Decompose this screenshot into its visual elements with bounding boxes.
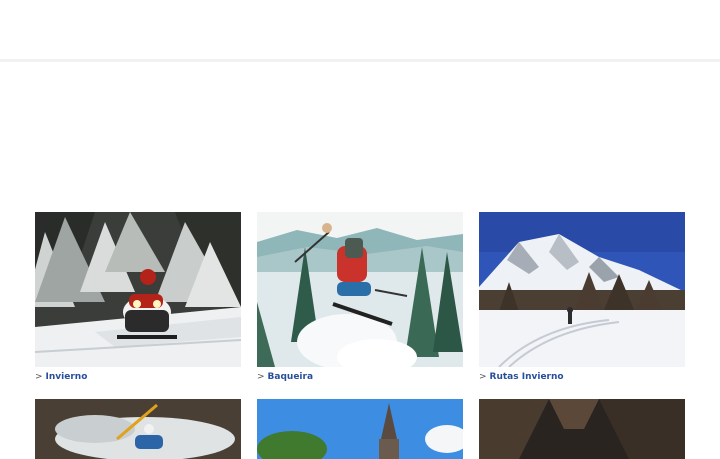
category-image-church[interactable]	[257, 399, 463, 459]
chevron-right-icon: >	[257, 372, 265, 382]
category-link-baqueira[interactable]: Baqueira	[268, 372, 313, 382]
category-link-rutas-invierno[interactable]: Rutas Invierno	[490, 372, 564, 382]
category-card-baqueira[interactable]: > Baqueira	[257, 212, 463, 383]
category-card-rutas-invierno[interactable]: > Rutas Invierno	[479, 212, 685, 383]
category-card-cave[interactable]	[479, 399, 685, 459]
category-caption: > Invierno	[35, 372, 241, 383]
category-card-kayak[interactable]	[35, 399, 241, 459]
category-caption: > Rutas Invierno	[479, 372, 685, 383]
top-navigation-bar	[0, 0, 720, 62]
category-image-cave[interactable]	[479, 399, 685, 459]
chevron-right-icon: >	[479, 372, 487, 382]
category-card-invierno[interactable]: > Invierno	[35, 212, 241, 383]
category-image-snowmobile[interactable]	[35, 212, 241, 367]
category-image-kayak[interactable]	[35, 399, 241, 459]
category-card-church[interactable]	[257, 399, 463, 459]
chevron-right-icon: >	[35, 372, 43, 382]
category-image-skier[interactable]	[257, 212, 463, 367]
category-image-snow-mountain[interactable]	[479, 212, 685, 367]
category-link-invierno[interactable]: Invierno	[46, 372, 88, 382]
category-caption: > Baqueira	[257, 372, 463, 383]
